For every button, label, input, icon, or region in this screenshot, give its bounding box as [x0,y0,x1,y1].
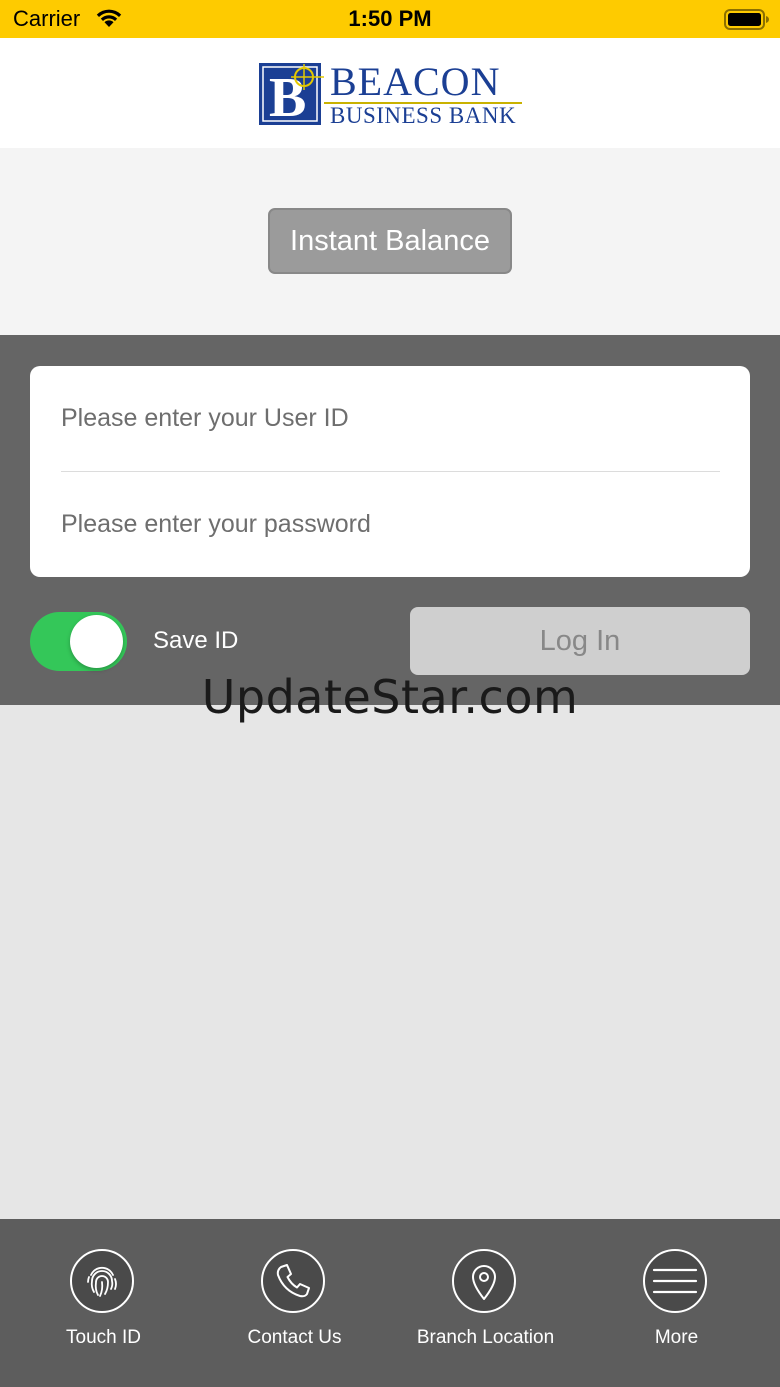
toggle-knob [70,615,123,668]
tab-more[interactable]: More [579,1219,774,1387]
battery-icon [724,9,770,36]
location-pin-icon [452,1249,516,1313]
clock-time: 1:50 PM [348,6,432,31]
logo-subtitle: BUSINESS BANK [330,103,517,128]
tab-label: Touch ID [66,1327,141,1348]
tab-branch-location[interactable]: Branch Location [388,1219,583,1387]
tab-contact-us[interactable]: Contact Us [197,1219,392,1387]
menu-icon [643,1249,707,1313]
login-panel: Save ID Log In [0,335,780,705]
instant-balance-area: Instant Balance [0,148,780,335]
user-id-input[interactable] [61,393,721,443]
tab-touch-id[interactable]: Touch ID [6,1219,201,1387]
credentials-card [30,366,750,577]
login-button[interactable]: Log In [410,607,750,675]
bottom-tab-bar: Touch ID Contact Us Branch Location More [0,1219,780,1387]
input-divider [61,471,720,472]
save-id-toggle[interactable] [30,612,127,671]
watermark-text: UpdateStar.com [201,670,579,724]
tab-label: Contact Us [247,1327,342,1348]
bank-logo: B BEACON BUSINESS BANK [258,59,522,128]
tab-label: More [654,1327,699,1348]
fingerprint-icon [70,1249,134,1313]
logo-wordmark: BEACON [330,59,501,104]
tab-label: Branch Location [416,1327,555,1348]
password-input[interactable] [61,499,721,549]
instant-balance-button[interactable]: Instant Balance [268,208,512,274]
svg-text:B: B [269,67,306,126]
save-id-label: Save ID [153,627,239,654]
logo-mark-icon: B [259,63,324,126]
status-bar: Carrier 1:50 PM [0,0,780,38]
app-header: B BEACON BUSINESS BANK [0,38,780,148]
phone-icon [261,1249,325,1313]
